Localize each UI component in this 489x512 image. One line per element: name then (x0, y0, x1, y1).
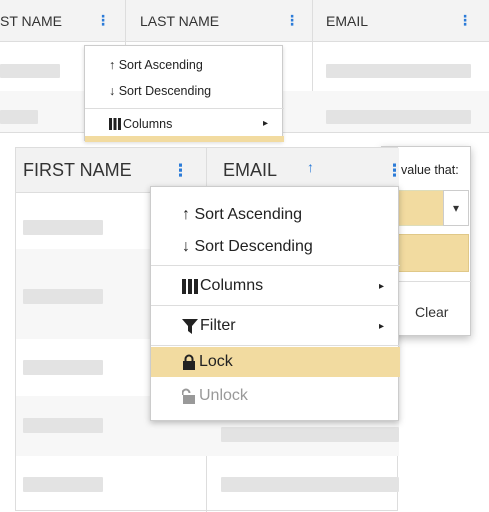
bg-last-name-menu-icon[interactable]: ⋮ (285, 12, 299, 29)
submenu-arrow-icon: ▸ (378, 321, 384, 332)
menu-sort-descending[interactable]: ↓ Sort Descending (182, 238, 313, 256)
cell-placeholder (221, 477, 399, 492)
bg-menu-sort-ascending[interactable]: ↑ Sort Ascending (109, 58, 203, 72)
column-menu: ↑ Sort Ascending ↓ Sort Descending Colum… (150, 186, 400, 421)
bg-last-name-label: LAST NAME (140, 13, 220, 29)
submenu-arrow-icon: ▸ (262, 118, 268, 129)
bg-cell-placeholder (0, 64, 60, 78)
submenu-arrow-icon: ▸ (378, 281, 384, 292)
bg-column-menu: ↑ Sort Ascending ↓ Sort Descending Colum… (84, 45, 284, 142)
cell-placeholder (23, 220, 103, 235)
bg-column-email[interactable]: EMAIL (326, 0, 456, 42)
bg-email-label: EMAIL (326, 13, 369, 29)
filter-icon (182, 318, 198, 334)
chevron-down-icon: ▾ (452, 201, 460, 215)
menu-separator (151, 265, 400, 266)
bg-column-last-name[interactable]: LAST NAME (140, 0, 290, 42)
columns-icon (182, 278, 198, 294)
sort-ascending-icon: ↑ (307, 159, 314, 175)
bg-cell-placeholder (0, 110, 38, 124)
bg-menu-sort-descending[interactable]: ↓ Sort Descending (109, 84, 211, 98)
cell-placeholder (23, 418, 103, 433)
bg-cell-placeholder (326, 110, 471, 124)
bg-menu-highlight-row (85, 136, 284, 142)
bg-column-first-name[interactable]: ST NAME (0, 0, 85, 42)
menu-unlock-label: Unlock (199, 387, 248, 404)
menu-filter-label: Filter (200, 317, 236, 334)
cell-placeholder (23, 360, 103, 375)
bg-cell-placeholder (326, 64, 471, 78)
lock-icon (183, 354, 195, 370)
menu-separator (85, 108, 284, 109)
menu-sort-ascending[interactable]: ↑ Sort Ascending (182, 206, 302, 224)
bg-first-name-label: ST NAME (0, 13, 62, 29)
menu-lock-label: Lock (199, 353, 233, 370)
first-name-label: FIRST NAME (23, 160, 132, 180)
bg-first-name-menu-icon[interactable]: ⋮ (96, 12, 110, 29)
filter-dropdown-arrow[interactable]: ▾ (443, 190, 469, 226)
filter-prompt: value that: (401, 163, 459, 177)
bg-email-menu-icon[interactable]: ⋮ (458, 12, 472, 29)
menu-filter[interactable]: Filter (182, 317, 236, 335)
columns-icon (109, 118, 121, 130)
bg-menu-columns-label: Columns (123, 117, 173, 131)
menu-separator (151, 305, 400, 306)
filter-clear-button[interactable]: Clear (415, 304, 448, 320)
menu-separator (151, 345, 400, 346)
cell-placeholder (23, 289, 103, 304)
unlock-icon (182, 388, 195, 404)
first-name-menu-icon[interactable]: ⋮ (172, 161, 189, 181)
menu-unlock[interactable]: Unlock (182, 387, 248, 405)
cell-placeholder (23, 477, 103, 492)
menu-lock[interactable]: Lock (151, 347, 400, 377)
bg-menu-columns[interactable]: Columns (109, 117, 172, 131)
email-menu-icon[interactable]: ⋮ (386, 161, 403, 181)
email-label: EMAIL (223, 160, 278, 180)
menu-columns-label: Columns (200, 277, 264, 294)
cell-placeholder (221, 427, 399, 442)
menu-columns[interactable]: Columns (182, 277, 263, 295)
